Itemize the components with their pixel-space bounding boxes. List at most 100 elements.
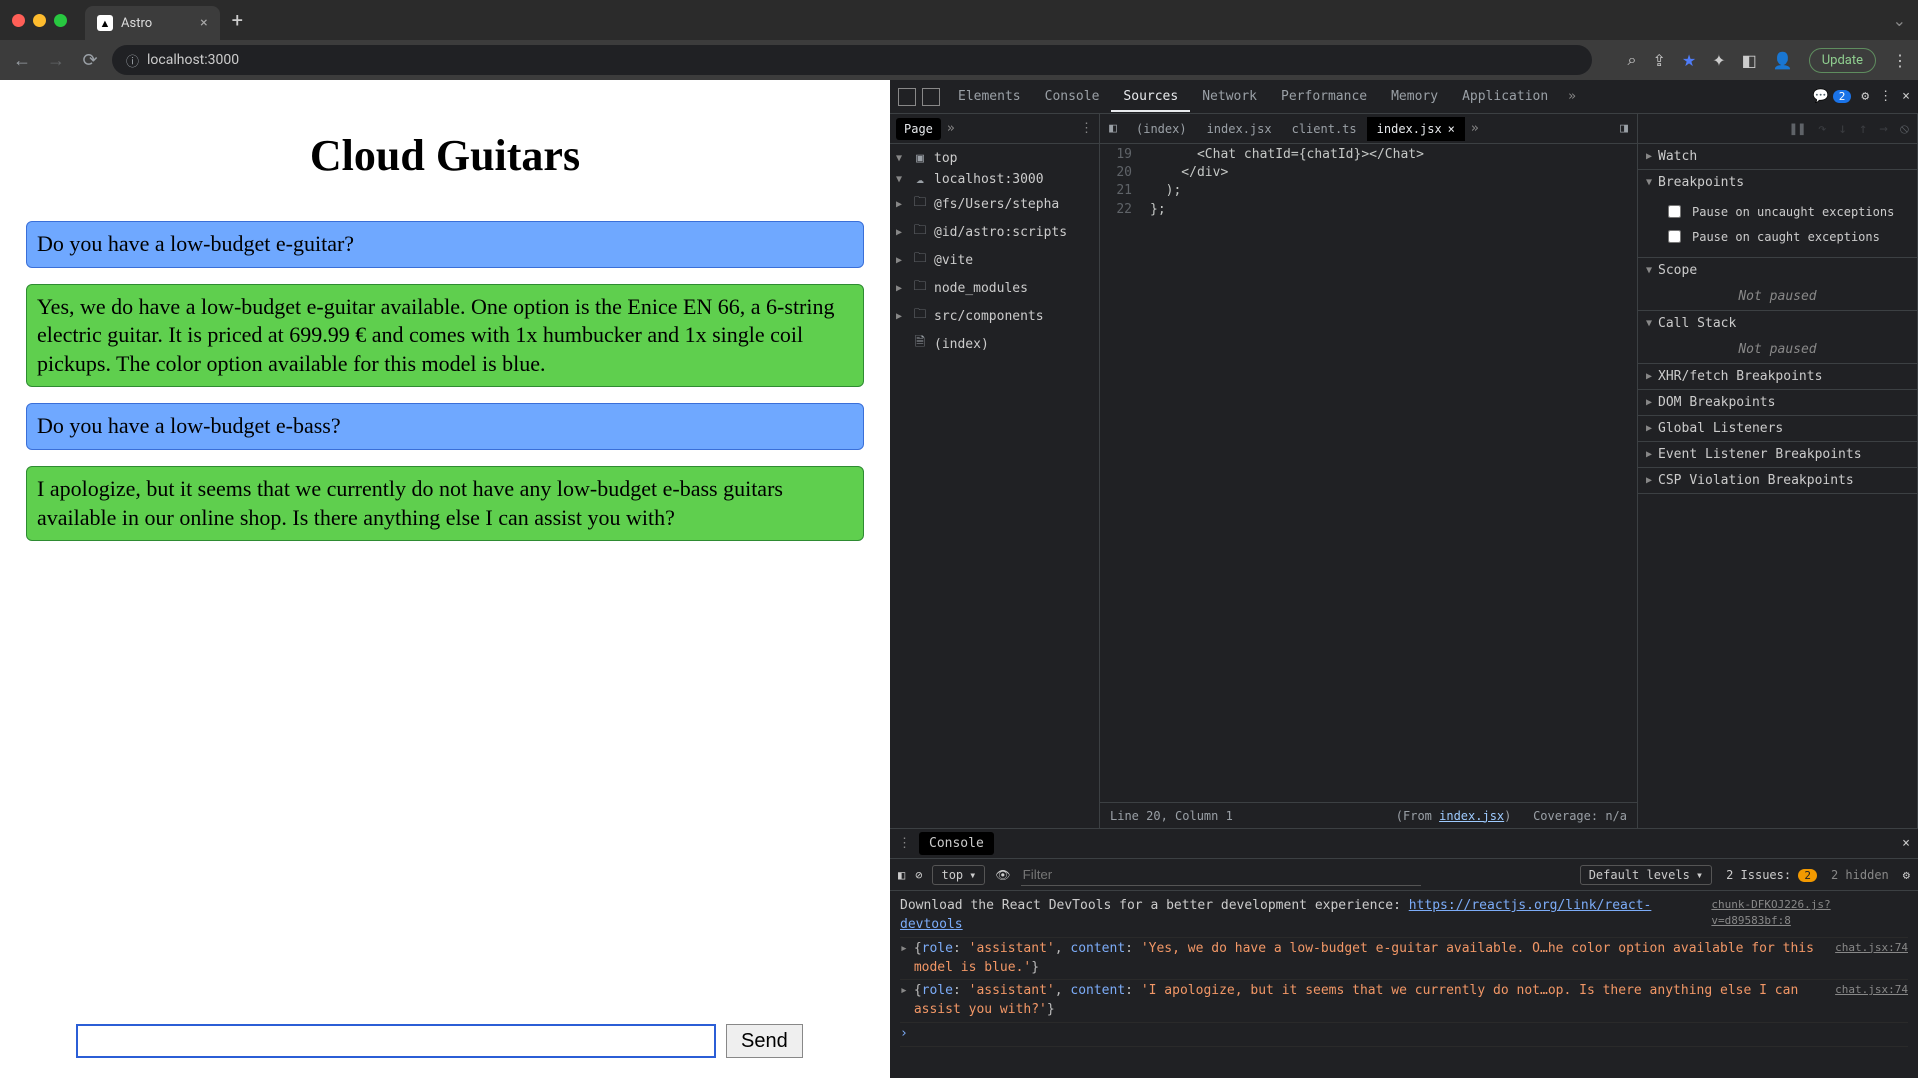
update-button[interactable]: Update (1809, 48, 1876, 73)
window-minimize-icon[interactable] (33, 14, 46, 27)
step-over-icon[interactable]: ↷ (1818, 121, 1826, 137)
sources-editor: ◧ (index)index.jsxclient.tsindex.jsx× » … (1100, 114, 1638, 828)
devtools-tab-elements[interactable]: Elements (946, 83, 1033, 110)
not-paused-label: Not paused (1638, 336, 1917, 363)
console-drawer-close-icon[interactable]: × (1902, 836, 1910, 851)
log-levels-selector[interactable]: Default levels▾ (1580, 865, 1712, 885)
console-prompt[interactable]: › (900, 1023, 1908, 1047)
console-log-entry[interactable]: ▸{role: 'assistant', content: 'Yes, we d… (900, 938, 1908, 981)
navigator-page-tab[interactable]: Page (896, 118, 941, 140)
settings-gear-icon[interactable]: ⚙ (1861, 89, 1869, 104)
more-files-icon[interactable]: » (1465, 121, 1485, 136)
debugger-section[interactable]: ▶DOM Breakpoints (1638, 390, 1917, 416)
close-file-icon[interactable]: × (1448, 122, 1455, 136)
new-tab-button[interactable]: + (232, 8, 243, 32)
tree-folder[interactable]: ▶🗀node_modules (890, 274, 1099, 302)
open-file-tab[interactable]: index.jsx× (1367, 117, 1465, 141)
console-log-entry[interactable]: ▸{role: 'assistant', content: 'I apologi… (900, 980, 1908, 1023)
line-gutter: 19202122 (1100, 144, 1140, 802)
inspect-element-icon[interactable] (898, 88, 916, 106)
send-button[interactable]: Send (726, 1024, 803, 1058)
console-filter-input[interactable] (1021, 864, 1421, 886)
step-out-icon[interactable]: ↑ (1859, 121, 1867, 137)
open-file-tab[interactable]: client.ts (1282, 117, 1367, 141)
source-map-link[interactable]: index.jsx (1439, 809, 1504, 823)
devtools-tab-network[interactable]: Network (1190, 83, 1269, 110)
step-into-icon[interactable]: ↓ (1839, 121, 1847, 137)
tab-favicon-icon: ▲ (97, 15, 113, 31)
devtools-more-icon[interactable]: ⋮ (1879, 89, 1892, 104)
console-settings-icon[interactable]: ⚙ (1903, 868, 1910, 882)
debugger-section[interactable]: ▼Call StackNot paused (1638, 311, 1917, 364)
debugger-section[interactable]: ▶XHR/fetch Breakpoints (1638, 364, 1917, 390)
tab-close-icon[interactable]: × (200, 15, 207, 31)
debugger-section[interactable]: ▼BreakpointsPause on uncaught exceptions… (1638, 170, 1917, 258)
nav-reload-icon[interactable]: ⟳ (78, 50, 102, 71)
devtools-tab-memory[interactable]: Memory (1379, 83, 1450, 110)
nav-back-icon[interactable]: ← (10, 50, 34, 71)
chat-message-user: Do you have a low-budget e-guitar? (26, 221, 864, 268)
window-close-icon[interactable] (12, 14, 25, 27)
chat-input[interactable] (76, 1024, 716, 1058)
tree-top[interactable]: ▼▣top (890, 148, 1099, 169)
debugger-section[interactable]: ▶Global Listeners (1638, 416, 1917, 442)
issues-button[interactable]: 💬2 (1813, 89, 1852, 104)
devtools-tab-application[interactable]: Application (1450, 83, 1560, 110)
toggle-navigator-icon[interactable]: ◧ (1100, 121, 1126, 136)
console-drawer-tab[interactable]: Console (919, 832, 994, 855)
clear-console-icon[interactable]: ⊘ (915, 868, 922, 882)
pause-icon[interactable]: ❚❚ (1789, 121, 1806, 137)
tree-folder[interactable]: ▶🗀@vite (890, 246, 1099, 274)
share-icon[interactable]: ⇪ (1653, 51, 1666, 70)
profile-icon[interactable]: 👤 (1773, 51, 1793, 70)
chat-input-row: Send (26, 1024, 864, 1058)
devtools-pane: ElementsConsoleSourcesNetworkPerformance… (890, 80, 1918, 1078)
console-log-entry[interactable]: Download the React DevTools for a better… (900, 895, 1908, 938)
pause-uncaught-checkbox[interactable]: Pause on uncaught exceptions (1664, 199, 1905, 224)
step-icon[interactable]: → (1879, 121, 1887, 137)
devtools-tab-performance[interactable]: Performance (1269, 83, 1379, 110)
debugger-sidebar: ❚❚ ↷ ↓ ↑ → ⦸ ▶Watch▼BreakpointsPause on … (1638, 114, 1918, 828)
more-tabs-icon[interactable]: » (1562, 89, 1582, 104)
nav-forward-icon[interactable]: → (44, 50, 68, 71)
toggle-debugger-icon[interactable]: ◨ (1611, 121, 1637, 136)
tree-file-index[interactable]: 🗎(index) (890, 330, 1099, 358)
code-area[interactable]: <Chat chatId={chatId}></Chat> </div> );}… (1140, 144, 1637, 802)
tree-folder[interactable]: ▶🗀@fs/Users/stepha (890, 190, 1099, 218)
bookmark-star-icon[interactable]: ★ (1682, 51, 1696, 70)
window-zoom-icon[interactable] (54, 14, 67, 27)
chevron-down-icon[interactable]: ⌄ (1893, 11, 1906, 30)
devtools-tab-sources[interactable]: Sources (1111, 83, 1190, 112)
search-icon[interactable]: ⌕ (1628, 50, 1637, 70)
pause-caught-checkbox[interactable]: Pause on caught exceptions (1664, 224, 1905, 249)
debugger-section[interactable]: ▶Watch (1638, 144, 1917, 170)
tree-host[interactable]: ▼☁localhost:3000 (890, 169, 1099, 190)
live-expression-icon[interactable]: 👁 (995, 868, 1010, 882)
tree-folder[interactable]: ▶🗀src/components (890, 302, 1099, 330)
debugger-section[interactable]: ▶CSP Violation Breakpoints (1638, 468, 1917, 494)
browser-tab[interactable]: ▲ Astro × (85, 6, 220, 40)
toggle-sidebar-icon[interactable]: ◧ (898, 868, 905, 882)
navigator-menu-icon[interactable]: ⋮ (1080, 121, 1093, 136)
debugger-section[interactable]: ▶Event Listener Breakpoints (1638, 442, 1917, 468)
extensions-icon[interactable]: ✦ (1712, 51, 1725, 70)
debugger-section[interactable]: ▼ScopeNot paused (1638, 258, 1917, 311)
console-drawer-menu-icon[interactable]: ⋮ (898, 836, 911, 851)
context-selector[interactable]: top▾ (932, 865, 985, 885)
sidepanel-icon[interactable]: ◧ (1742, 51, 1757, 70)
open-file-tab[interactable]: (index) (1126, 117, 1197, 141)
chat-message-list: Do you have a low-budget e-guitar?Yes, w… (26, 221, 864, 541)
tree-folder[interactable]: ▶🗀@id/astro:scripts (890, 218, 1099, 246)
issues-summary[interactable]: 2 Issues: 2 (1726, 868, 1817, 882)
not-paused-label: Not paused (1638, 283, 1917, 310)
devtools-tab-console[interactable]: Console (1033, 83, 1112, 110)
site-info-icon[interactable]: ⓘ (126, 51, 139, 70)
more-menu-icon[interactable]: ⋮ (1892, 51, 1908, 70)
tab-title: Astro (121, 16, 152, 31)
open-file-tab[interactable]: index.jsx (1197, 117, 1282, 141)
address-bar[interactable]: ⓘ localhost:3000 (112, 45, 1592, 75)
deactivate-breakpoints-icon[interactable]: ⦸ (1900, 121, 1909, 137)
navigator-more-icon[interactable]: » (947, 121, 955, 136)
devtools-close-icon[interactable]: × (1902, 89, 1910, 104)
device-toolbar-icon[interactable] (922, 88, 940, 106)
